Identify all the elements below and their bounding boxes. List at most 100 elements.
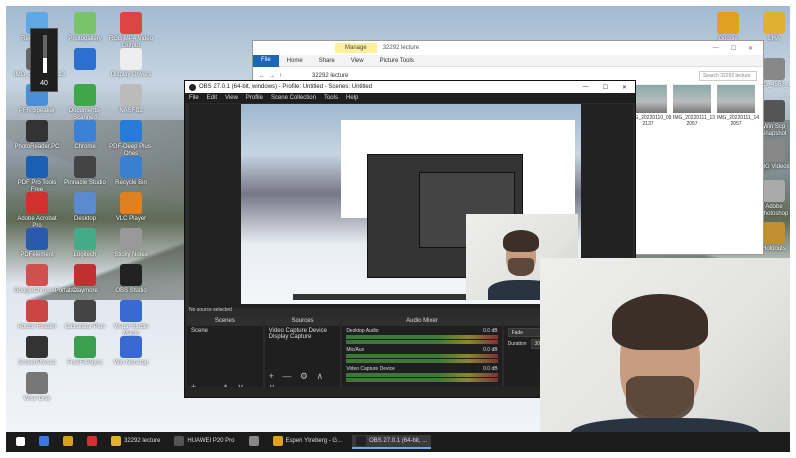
sources-header: Sources: [264, 317, 341, 326]
desktop-icon[interactable]: Photogallery: [62, 12, 108, 43]
ribbon-tab[interactable]: View: [343, 58, 372, 64]
menu-item[interactable]: File: [189, 95, 199, 101]
app-icon: [120, 192, 142, 214]
window-control-button[interactable]: ☐: [731, 45, 736, 52]
desktop-icon[interactable]: Recycle Bin: [108, 156, 154, 187]
taskbar-button[interactable]: OBS 27.0.1 (64-bit, ...: [352, 435, 432, 449]
desktop-icon[interactable]: Desktop: [62, 192, 108, 223]
menu-item[interactable]: Help: [346, 95, 358, 101]
menu-item[interactable]: Scene Collection: [271, 95, 316, 101]
taskbar-button[interactable]: [35, 435, 53, 449]
desktop-icon[interactable]: Logitech: [62, 228, 108, 259]
desktop-icon-label: Win Nonstop: [113, 360, 149, 366]
window-control-button[interactable]: —: [713, 45, 719, 52]
desktop-icon-label: Calculator Plus: [64, 324, 106, 330]
volume-meter: [346, 354, 498, 358]
file-thumbnail[interactable]: IMG_20220111_13 2057: [673, 85, 715, 127]
desktop-icon[interactable]: [62, 48, 108, 72]
desktop-icon[interactable]: PDF Pro Tools Free: [14, 156, 60, 194]
menu-item[interactable]: Edit: [207, 95, 217, 101]
ribbon-tab[interactable]: Share: [311, 58, 343, 64]
desktop-icon[interactable]: LHA: [754, 12, 794, 43]
desktop-icon[interactable]: Display Drivers: [108, 48, 154, 79]
volume-slider-track[interactable]: [43, 35, 47, 73]
app-icon: [120, 120, 142, 142]
file-thumbnail[interactable]: IMG_20220111_14 2057: [717, 85, 759, 127]
desktop-icon-label: Adobe Reader: [17, 324, 57, 330]
app-icon: [74, 192, 96, 214]
app-icon: [763, 222, 785, 244]
obs-menubar[interactable]: File Edit View Profile Scene Collection Tools…: [185, 93, 635, 103]
desktop-icon[interactable]: Calculator Plus: [62, 300, 108, 331]
volume-flyout[interactable]: 40: [30, 28, 58, 92]
desktop-icon[interactable]: RGB MP4 Video Output: [108, 12, 154, 50]
desktop-icon[interactable]: Sticky Notes: [108, 228, 154, 259]
desktop-icon[interactable]: Visual Studio Magic: [108, 300, 154, 338]
desktop-icon[interactable]: NASFS2: [108, 84, 154, 115]
mixer-channel[interactable]: Desktop Audio 0.0 dB: [346, 328, 498, 344]
forward-arrow-icon[interactable]: →: [269, 73, 275, 79]
desktop-icon[interactable]: Chrome: [62, 120, 108, 151]
ribbon-tab[interactable]: Home: [279, 58, 311, 64]
app-icon: [26, 120, 48, 142]
manage-tab[interactable]: Manage: [335, 43, 377, 53]
explorer-window-controls[interactable]: — ☐ ✕: [713, 45, 763, 52]
scenes-dock[interactable]: Scenes Scene + — ∧ ∨: [187, 317, 263, 397]
taskbar-button[interactable]: [59, 435, 77, 449]
app-icon: [26, 192, 48, 214]
mixer-channel[interactable]: Mic/Aux 0.0 dB: [346, 347, 498, 363]
volume-meter: [346, 373, 498, 377]
sources-list[interactable]: Video Capture Device Display Capture: [265, 326, 341, 342]
desktop-icon[interactable]: PhotoReader.PC: [14, 120, 60, 151]
desktop-icon[interactable]: Adobe Reader: [14, 300, 60, 331]
desktop-icon[interactable]: PDFelement: [14, 228, 60, 259]
taskbar-button[interactable]: 32292 lecture: [107, 435, 164, 449]
explorer-path[interactable]: 32292 lecture: [312, 73, 348, 79]
sources-dock[interactable]: Sources Video Capture Device Display Capt…: [264, 317, 341, 397]
taskbar-app-icon: [248, 436, 259, 446]
explorer-ribbon[interactable]: File Home Share View Picture Tools: [253, 54, 763, 67]
mixer-channel[interactable]: Video Capture Device 0.0 dB: [346, 366, 498, 382]
desktop-icon[interactable]: OBS Studio: [108, 264, 154, 295]
audio-mixer-dock[interactable]: Audio Mixer Desktop Audio 0.0 dB Mic/Aux 0.…: [342, 317, 502, 397]
desktop-icon[interactable]: Claymore: [62, 264, 108, 295]
desktop-icon[interactable]: Win Nonstop: [108, 336, 154, 367]
source-item[interactable]: Display Capture: [269, 334, 337, 340]
desktop-icon[interactable]: Wise Disk: [14, 372, 60, 403]
desktop-icon[interactable]: ScreenPresso: [14, 336, 60, 367]
app-icon: [26, 300, 48, 322]
volume-meter: [346, 340, 498, 344]
ribbon-tab[interactable]: Picture Tools: [372, 58, 422, 64]
scenes-list[interactable]: Scene: [187, 326, 263, 336]
taskbar-button[interactable]: HUAWEI P20 Pro: [170, 435, 238, 449]
menu-item[interactable]: Tools: [324, 95, 338, 101]
app-icon: [74, 120, 96, 142]
desktop-icon-label: FreeFileSync: [67, 360, 103, 366]
mixer-channels[interactable]: Desktop Audio 0.0 dB Mic/Aux 0.0 dB Video Ca…: [342, 326, 501, 387]
taskbar-button[interactable]: [83, 435, 101, 449]
desktop-icon[interactable]: Pinnacle Studio: [62, 156, 108, 187]
desktop-icon[interactable]: FreeFileSync: [62, 336, 108, 367]
duration-label: Duration: [507, 341, 527, 347]
menu-item[interactable]: View: [225, 95, 238, 101]
taskbar-button[interactable]: Espen Ytreberg - G...: [269, 435, 347, 449]
menu-item[interactable]: Profile: [246, 95, 263, 101]
start-button[interactable]: [12, 435, 29, 449]
window-control-button[interactable]: ✕: [748, 45, 753, 52]
mixer-channel-name: Mic/Aux: [346, 347, 365, 353]
scene-item[interactable]: Scene: [191, 328, 259, 334]
taskbar-button[interactable]: [245, 435, 263, 449]
back-arrow-icon[interactable]: ←: [259, 73, 265, 79]
explorer-search-input[interactable]: Search 32292 lecture: [699, 70, 757, 81]
app-icon: [763, 100, 785, 122]
ribbon-tab[interactable]: File: [253, 54, 279, 67]
app-icon: [74, 12, 96, 34]
app-icon: [120, 48, 142, 70]
desktop-icon[interactable]: GoogleChromePortable: [14, 264, 77, 295]
desktop-icon[interactable]: Documents-Scanned: [62, 84, 108, 122]
desktop-icon[interactable]: VLC Player: [108, 192, 154, 223]
desktop-icon[interactable]: Adobe Acrobat Pro: [14, 192, 60, 230]
desktop-icon[interactable]: PDF-Deep Plus-Ones: [108, 120, 154, 158]
obs-window-controls[interactable]: — ☐ ✕: [583, 84, 635, 91]
up-arrow-icon[interactable]: ↑: [279, 73, 282, 79]
